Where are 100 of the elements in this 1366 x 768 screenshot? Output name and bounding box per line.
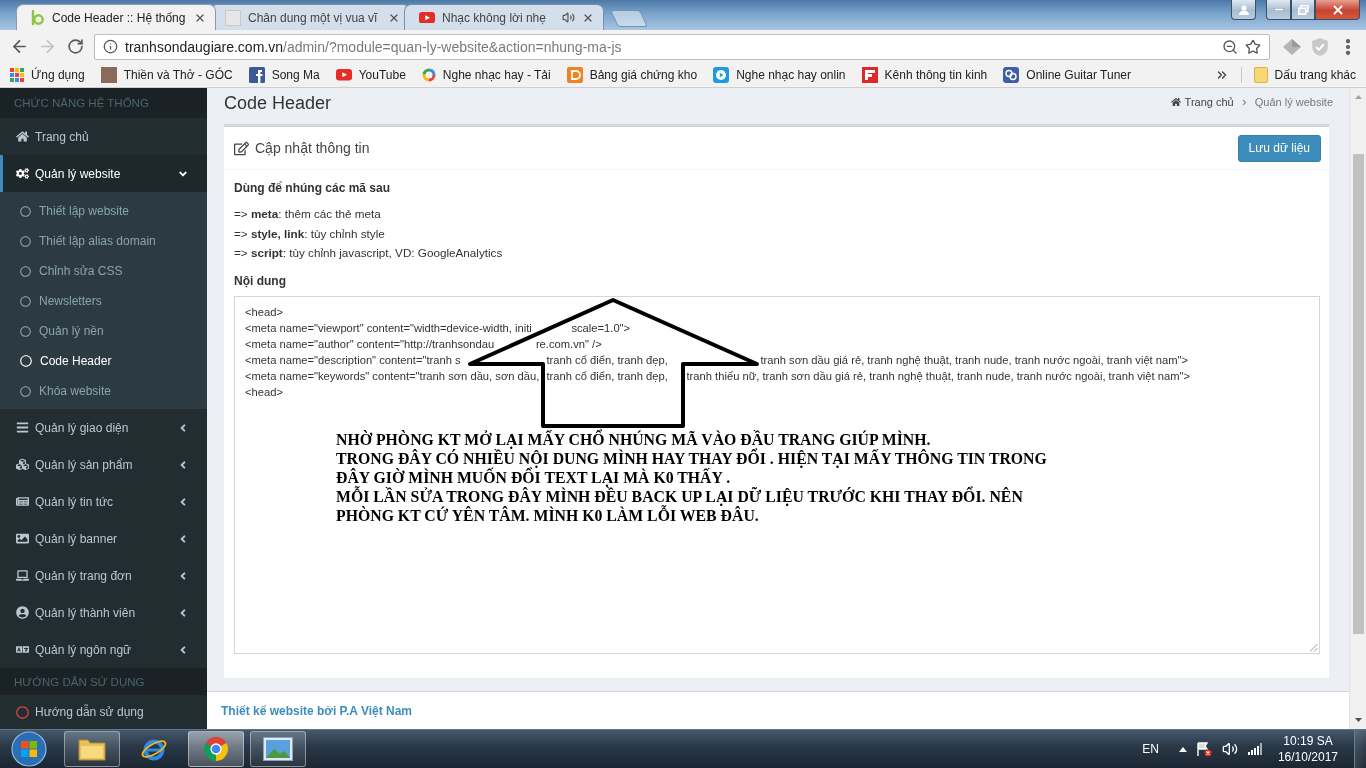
sidebar-item[interactable]: Quản lý banner: [0, 520, 207, 557]
bookmark-link[interactable]: Ứng dụng: [10, 68, 85, 82]
info-icon: [103, 39, 118, 54]
code-text: <meta name="viewport" content="width=device-width, initi: [245, 320, 532, 336]
address-bar[interactable]: tranhsondaugiare.com.vn/admin/?module=quan-ly-website&action=nhung-ma-js: [94, 33, 1270, 60]
bookmark-link[interactable]: YouTube: [335, 68, 406, 82]
profile-button[interactable]: [1231, 0, 1256, 20]
play-circle-logo-icon: [713, 67, 730, 83]
credit-link[interactable]: Thiết kế website bởi P.A Việt Nam: [221, 703, 413, 718]
taskbar-app-button[interactable]: [250, 731, 306, 767]
bookmark-link[interactable]: Online Guitar Tuner: [1003, 67, 1131, 83]
newspaper-icon: [16, 495, 29, 508]
person-icon: [1238, 4, 1249, 15]
url-text: tranhsondaugiare.com.vn/admin/?module=quan-ly-website&action=nhung-ma-js: [125, 38, 623, 55]
chrome-logo-icon: [203, 736, 229, 762]
help-text: => meta: thêm các thẻ meta: [234, 206, 382, 222]
square-logo-icon: [566, 67, 583, 83]
close-window-button[interactable]: [1315, 0, 1360, 20]
folder-icon: [78, 737, 106, 761]
code-text: tranh cổ điển, tranh đẹp,: [546, 368, 668, 384]
page-title: Code Header: [224, 93, 332, 114]
zoom-out-icon[interactable]: [1222, 38, 1238, 55]
taskbar-app-button[interactable]: [188, 731, 244, 767]
language-indicator[interactable]: EN: [1142, 742, 1169, 756]
gears-icon: [16, 167, 29, 180]
resize-grip-icon: [1309, 642, 1318, 652]
landscape-picture-icon: [263, 737, 293, 761]
bookmark-link[interactable]: Song Ma: [248, 67, 320, 83]
reload-icon: [66, 38, 84, 55]
browser-tab[interactable]: Code Header :: Hệ thống: [16, 4, 216, 30]
block-logo-icon: [861, 67, 878, 83]
submenu-item[interactable]: Code Header: [0, 346, 207, 376]
sidebar-item[interactable]: Quản lý sản phẩm: [0, 446, 207, 483]
sidebar-item[interactable]: Quản lý website: [0, 155, 207, 192]
submenu-item[interactable]: Thiết lập alias domain: [0, 226, 207, 256]
tab-title: Chân dung một vị vua vĩ: [248, 10, 379, 25]
speaker-icon[interactable]: [1221, 741, 1238, 757]
taskbar-app-button[interactable]: [64, 731, 120, 767]
clock-button[interactable]: 10:19 SA 16/10/2017: [1271, 733, 1344, 765]
up-caret-icon[interactable]: [1178, 746, 1187, 752]
breadcrumb-link[interactable]: Trang chủ: [1170, 96, 1234, 108]
speaker-icon: [562, 11, 575, 24]
code-text: <meta name="description" content="tranh s: [245, 352, 461, 368]
sidebar-item[interactable]: Quản lý thành viên: [0, 594, 207, 631]
home-icon: [1170, 97, 1181, 107]
help-title: Dùng để nhúng các mã sau: [234, 180, 392, 196]
code-text: tranh sơn dầu giá rẻ, tranh nghệ thuật, tranh nude, tranh nước ngoài, tranh việt nam">: [760, 352, 1189, 368]
restore-button[interactable]: [1291, 0, 1315, 20]
star-icon[interactable]: [1245, 38, 1261, 55]
home-icon: [16, 130, 29, 143]
code-text: <meta name="keywords" content="tranh sơn dầu, sơn dầu,: [245, 368, 540, 384]
edit-icon: [234, 140, 249, 156]
folder-icon: [1253, 67, 1268, 83]
minimize-icon: [1273, 8, 1284, 11]
bookmark-link[interactable]: Nghe nhạc hay onlin: [713, 67, 846, 83]
signal-bars-icon[interactable]: [1247, 743, 1262, 755]
code-text: scale=1.0">: [571, 320, 631, 336]
bookmark-link[interactable]: Thiền và Thở - GÓC: [100, 67, 233, 83]
annotation-text: NHỜ PHÒNG KT MỞ LẠI MẤY CHỔ NHÚNG MÃ VÀO ĐẦU TRANG GIÚP MÌNH. TRONG ĐÂY CÓ NHIỀU NỘI DUNG MÌNH HAY THAY ĐỔI . HIỆN TẠI MẤY THÔNG TIN TRONG ĐÂY GIỜ MÌNH MUỐN ĐỔI TEXT LẠI MÀ K0 THẤY . MỖI LẦN SỬA TRONG ĐÂY MÌNH ĐỀU BACK UP LẠI DỮ LIỆU TRƯỚC KHI THAY ĐỔI. NÊN PHÒNG KT CỨ YÊN TÂM. MÌNH K0 LÀM LỖI WEB ĐÂU.: [336, 429, 1047, 525]
play-logo-icon: [419, 11, 435, 24]
browser-tab[interactable]: Nhạc không lời nhẹ: [404, 4, 604, 30]
windows-logo-icon: [11, 731, 47, 767]
code-text: re.com.vn" />: [535, 336, 602, 352]
blank-page-icon: [225, 9, 241, 26]
sidebar-item[interactable]: Hướng dẫn sử dụng: [0, 695, 207, 729]
submenu-item[interactable]: Khóa website: [0, 376, 207, 406]
save-button[interactable]: Lưu dữ liệu: [1237, 134, 1321, 162]
submenu-item[interactable]: Quản lý nền: [0, 316, 207, 346]
sidebar-item[interactable]: Quản lý tin tức: [0, 483, 207, 520]
tab-title: Code Header :: Hệ thống: [52, 10, 187, 25]
submenu-item[interactable]: Thiết lập website: [0, 196, 207, 226]
letter-f-logo-icon: [248, 67, 265, 83]
bookmark-folder[interactable]: Dấu trang khác: [1253, 67, 1356, 83]
restore-icon: [1297, 4, 1309, 15]
scrollbar-thumb[interactable]: [1352, 154, 1364, 634]
minimize-button[interactable]: [1266, 0, 1291, 20]
submenu-item[interactable]: Newsletters: [0, 286, 207, 316]
play-logo-icon: [335, 69, 352, 81]
code-text: <head>: [245, 304, 283, 320]
bookmark-link[interactable]: Kênh thông tin kinh: [861, 67, 988, 83]
sidebar-item[interactable]: Quản lý giao diện: [0, 409, 207, 446]
photo-placeholder: [100, 67, 117, 83]
sidebar-section-header: CHỨC NĂNG HỆ THỐNG: [0, 88, 207, 118]
help-text: => style, link: tùy chỉnh style: [234, 225, 386, 242]
flag-icon[interactable]: [1196, 741, 1212, 757]
letter-logo-icon: [31, 9, 45, 26]
field-label: Nội dung: [234, 272, 287, 290]
sidebar-item[interactable]: Quản lý trang đơn: [0, 557, 207, 594]
sidebar-item[interactable]: Trang chủ: [0, 118, 207, 155]
breadcrumb-current: Quản lý website: [1254, 96, 1333, 108]
submenu-item[interactable]: Chỉnh sửa CSS: [0, 256, 207, 286]
ring-logo-icon: [421, 68, 436, 82]
scroll-down-icon[interactable]: [1354, 718, 1362, 722]
bookmark-link[interactable]: Bảng giá chứng kho: [566, 67, 698, 83]
bookmark-link[interactable]: Nghe nhạc hay - Tải: [421, 68, 551, 82]
code-text: <head>: [245, 384, 283, 400]
laptop-icon: [16, 569, 29, 582]
show-desktop-button[interactable]: [1354, 729, 1366, 768]
code-text: <meta name="author" content="http://tranhsondau: [245, 336, 495, 352]
content-textarea[interactable]: [234, 295, 1320, 654]
